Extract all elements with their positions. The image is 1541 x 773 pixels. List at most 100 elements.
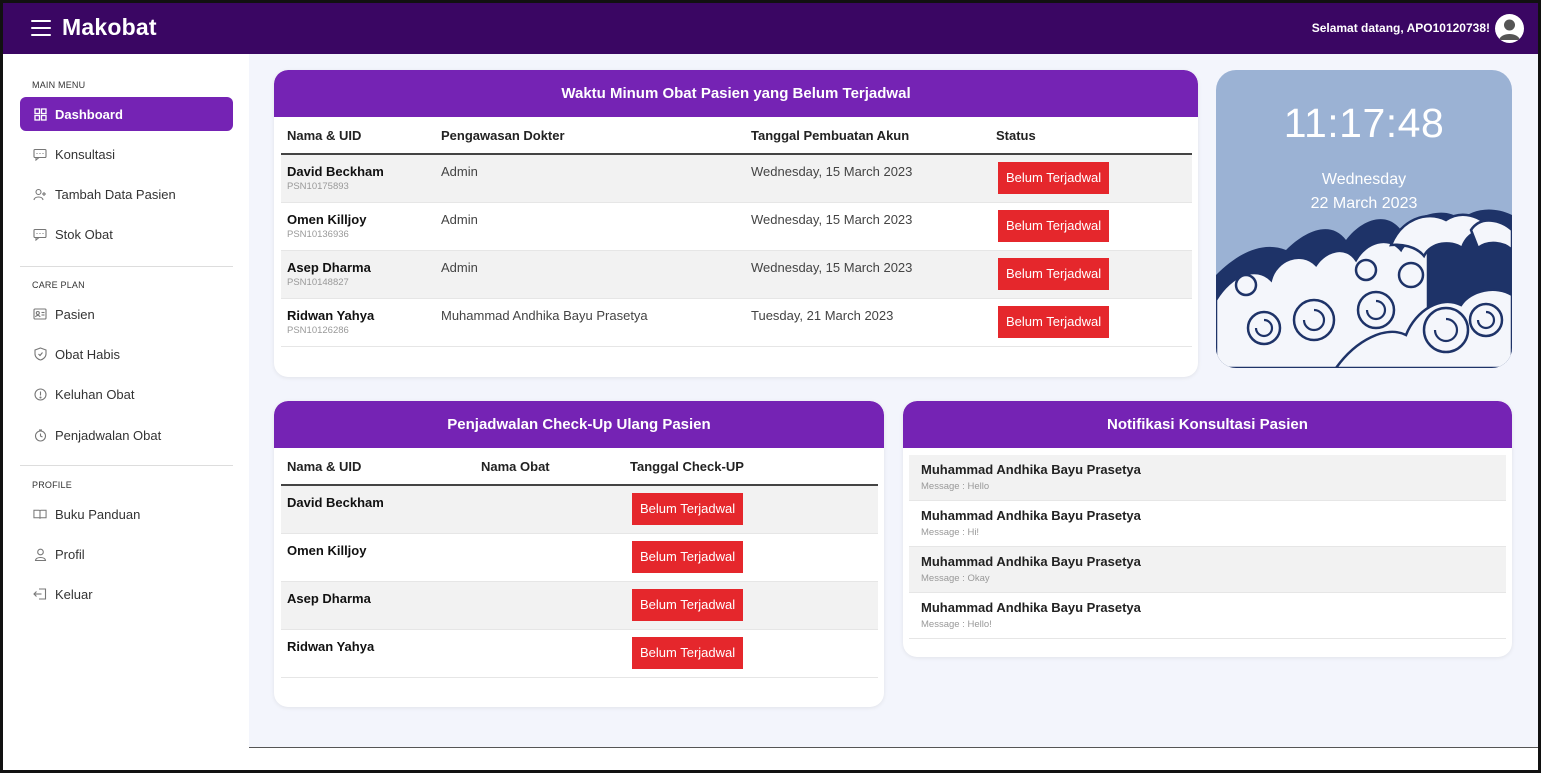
patient-uid: PSN10175893: [287, 181, 349, 192]
add-user-icon: [33, 187, 47, 201]
section-title-care-plan: CARE PLAN: [32, 280, 85, 290]
doctor-name: Admin: [441, 164, 478, 179]
created-date: Tuesday, 21 March 2023: [751, 307, 894, 323]
card-title: Notifikasi Konsultasi Pasien: [903, 401, 1512, 448]
sidebar-item-konsultasi[interactable]: Konsultasi: [20, 137, 233, 171]
top-bar: Makobat Selamat datang, APO10120738!: [3, 3, 1538, 54]
notification-sender: Muhammad Andhika Bayu Prasetya: [921, 554, 1141, 569]
notification-item[interactable]: Muhammad Andhika Bayu Prasetya Message :…: [909, 547, 1506, 593]
sidebar-item-keluar[interactable]: Keluar: [20, 577, 233, 611]
patient-name: David Beckham: [287, 495, 384, 510]
column-header: Nama & UID: [281, 448, 475, 486]
column-header: Nama Obat: [475, 448, 624, 486]
sidebar-item-keluhan-obat[interactable]: Keluhan Obat: [20, 377, 233, 411]
notification-message: Message : Hi!: [921, 527, 980, 538]
patient-name: David Beckham: [287, 164, 384, 179]
dashboard-icon: [33, 107, 47, 121]
chat-icon: [33, 147, 47, 161]
notification-message: Message : Hello: [921, 481, 990, 492]
column-header: Tanggal Pembuatan Akun: [745, 117, 990, 155]
patient-name: Asep Dharma: [287, 590, 371, 606]
status-badge[interactable]: Belum Terjadwal: [632, 636, 744, 669]
table-row: Omen Killjoy Belum Terjadwal: [281, 533, 878, 582]
doctor-name: Admin: [441, 259, 478, 275]
sidebar-divider: [20, 266, 233, 267]
table-row: David Beckham Belum Terjadwal: [281, 485, 878, 534]
clock-time: 11:17:48: [1283, 100, 1445, 146]
table-row: Omen Killjoy PSN10136936 Admin Wednesday,…: [281, 202, 1192, 251]
sidebar-divider: [20, 465, 233, 466]
patient-name: Asep Dharma: [287, 259, 371, 275]
doctor-name: Muhammad Andhika Bayu Prasetya: [441, 307, 648, 323]
sidebar-item-label: Konsultasi: [55, 146, 115, 162]
clock-day: Wednesday: [1321, 171, 1407, 188]
table-header-row: Nama & UID Nama Obat Tanggal Check-UP: [281, 448, 878, 486]
table-row: Asep Dharma PSN10148827 Admin Wednesday, …: [281, 250, 1192, 299]
sidebar-item-buku-panduan[interactable]: Buku Panduan: [20, 497, 233, 531]
checkup-table: Nama & UID Nama Obat Tanggal Check-UP Da…: [281, 448, 878, 678]
clock-widget: 11:17:48 Wednesday 22 March 2023: [1216, 70, 1512, 368]
sidebar-item-label: Penjadwalan Obat: [55, 427, 162, 443]
notification-item[interactable]: Muhammad Andhika Bayu Prasetya Message :…: [909, 455, 1506, 501]
doctor-name: Admin: [441, 211, 478, 227]
sidebar-item-dashboard[interactable]: Dashboard: [20, 97, 233, 131]
sidebar-item-pasien[interactable]: Pasien: [20, 297, 233, 331]
status-badge[interactable]: Belum Terjadwal: [632, 540, 744, 573]
section-title-main-menu: MAIN MENU: [32, 80, 86, 90]
status-badge[interactable]: Belum Terjadwal: [998, 162, 1110, 194]
status-badge[interactable]: Belum Terjadwal: [632, 493, 744, 525]
notification-item[interactable]: Muhammad Andhika Bayu Prasetya Message :…: [909, 501, 1506, 547]
user-avatar-icon[interactable]: [1495, 14, 1524, 43]
sidebar-item-label: Keluar: [55, 586, 93, 602]
created-date: Wednesday, 15 March 2023: [751, 164, 913, 179]
chat-icon: [33, 227, 47, 241]
sidebar-item-profil[interactable]: Profil: [20, 537, 233, 571]
patient-name: Ridwan Yahya: [287, 638, 375, 654]
status-badge[interactable]: Belum Terjadwal: [998, 305, 1110, 338]
table-header-row: Nama & UID Pengawasan Dokter Tanggal Pem…: [281, 117, 1192, 155]
sidebar-item-label: Obat Habis: [55, 346, 121, 362]
sidebar-item-tambah-data-pasien[interactable]: Tambah Data Pasien: [20, 177, 233, 211]
column-header: Pengawasan Dokter: [435, 117, 745, 155]
status-badge[interactable]: Belum Terjadwal: [632, 588, 744, 621]
created-date: Wednesday, 15 March 2023: [751, 211, 913, 227]
sidebar-item-penjadwalan-obat[interactable]: Penjadwalan Obat: [20, 418, 233, 452]
sidebar-item-label: Tambah Data Pasien: [55, 186, 176, 202]
hamburger-menu-icon[interactable]: [31, 19, 51, 37]
checkup-schedule-card: Penjadwalan Check-Up Ulang Pasien Nama &…: [274, 401, 884, 707]
clock-date: 22 March 2023: [1310, 195, 1418, 212]
sidebar-item-label: Buku Panduan: [55, 506, 141, 522]
section-title-profile: PROFILE: [32, 480, 72, 490]
notification-message: Message : Hello!: [921, 619, 992, 630]
card-title: Penjadwalan Check-Up Ulang Pasien: [274, 401, 884, 448]
sidebar-item-label: Stok Obat: [55, 226, 113, 242]
patient-uid: PSN10126286: [287, 324, 349, 336]
notification-sender: Muhammad Andhika Bayu Prasetya: [921, 508, 1141, 523]
shield-icon: [33, 347, 47, 361]
column-header: Tanggal Check-UP: [624, 448, 878, 486]
table-row: Ridwan Yahya Belum Terjadwal: [281, 629, 878, 678]
notification-sender: Muhammad Andhika Bayu Prasetya: [921, 600, 1141, 615]
sidebar-item-label: Dashboard: [55, 106, 123, 122]
unscheduled-medication-card: Waktu Minum Obat Pasien yang Belum Terja…: [274, 70, 1198, 377]
notification-item[interactable]: Muhammad Andhika Bayu Prasetya Message :…: [909, 593, 1506, 639]
created-date: Wednesday, 15 March 2023: [751, 259, 913, 275]
table-row: David Beckham PSN10175893 Admin Wednesday…: [281, 154, 1192, 203]
patient-name: Omen Killjoy: [287, 211, 367, 227]
brand-title: Makobat: [62, 14, 157, 40]
notification-sender: Muhammad Andhika Bayu Prasetya: [921, 462, 1141, 477]
card-title: Waktu Minum Obat Pasien yang Belum Terja…: [274, 70, 1198, 117]
sidebar: MAIN MENU Dashboard Konsultasi Tambah Da…: [3, 54, 249, 770]
consultation-notifications-card: Notifikasi Konsultasi Pasien Muhammad An…: [903, 401, 1512, 657]
sidebar-item-label: Pasien: [55, 306, 95, 322]
status-badge[interactable]: Belum Terjadwal: [998, 257, 1110, 290]
sidebar-item-obat-habis[interactable]: Obat Habis: [20, 337, 233, 371]
patient-name: Ridwan Yahya: [287, 307, 375, 323]
logout-icon: [33, 587, 47, 601]
sidebar-item-stok-obat[interactable]: Stok Obat: [20, 217, 233, 251]
status-badge[interactable]: Belum Terjadwal: [998, 209, 1110, 242]
patient-uid: PSN10148827: [287, 276, 349, 288]
clock-icon: [33, 428, 47, 442]
welcome-text: Selamat datang, APO10120738!: [1311, 21, 1490, 35]
sidebar-item-label: Profil: [55, 546, 85, 562]
